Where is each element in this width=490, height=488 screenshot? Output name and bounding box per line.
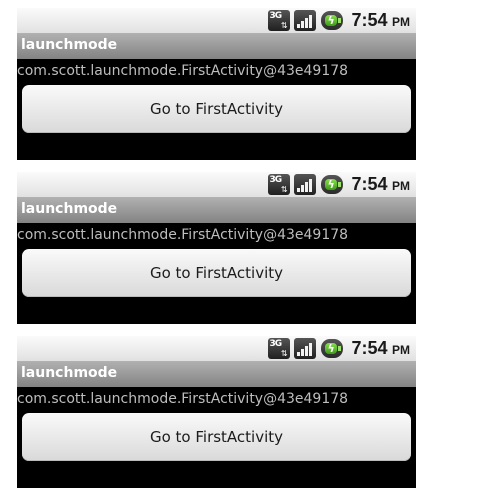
emulator-screen-3: 3G ⇅ ϟ 7:54 PM launchmode com.scott.launc… bbox=[17, 336, 416, 488]
activity-content: com.scott.launchmode.FirstActivity@43e49… bbox=[17, 59, 416, 160]
activity-instance-text: com.scott.launchmode.FirstActivity@43e49… bbox=[17, 63, 349, 79]
app-title: launchmode bbox=[21, 201, 118, 217]
clock-ampm: PM bbox=[392, 343, 410, 357]
button-label: Go to FirstActivity bbox=[149, 428, 284, 446]
network-3g-icon: 3G ⇅ bbox=[267, 338, 290, 359]
activity-instance-text: com.scott.launchmode.FirstActivity@43e49… bbox=[17, 391, 349, 407]
status-icons: 3G ⇅ ϟ 7:54 PM bbox=[267, 336, 416, 361]
clock-time: 7:54 bbox=[351, 174, 388, 194]
network-3g-icon: 3G ⇅ bbox=[267, 10, 290, 31]
button-label: Go to FirstActivity bbox=[149, 100, 284, 118]
go-to-first-activity-button[interactable]: Go to FirstActivity bbox=[22, 85, 411, 133]
battery-charging-icon: ϟ bbox=[320, 175, 343, 194]
signal-strength-icon bbox=[293, 338, 316, 359]
emulator-screen-2: 3G ⇅ ϟ 7:54 PM launchmode com.scott.launc… bbox=[17, 172, 416, 324]
emulator-screen-1: 3G ⇅ ϟ 7:54 PM launchmode com.scott.launc… bbox=[17, 8, 416, 160]
activity-content: com.scott.launchmode.FirstActivity@43e49… bbox=[17, 387, 416, 488]
clock-time: 7:54 bbox=[351, 338, 388, 358]
battery-charging-icon: ϟ bbox=[320, 339, 343, 358]
activity-instance-text: com.scott.launchmode.FirstActivity@43e49… bbox=[17, 227, 349, 243]
status-bar: 3G ⇅ ϟ 7:54 PM bbox=[17, 336, 416, 361]
status-bar: 3G ⇅ ϟ 7:54 PM bbox=[17, 8, 416, 33]
app-title-bar: launchmode bbox=[17, 361, 416, 387]
status-icons: 3G ⇅ ϟ 7:54 PM bbox=[267, 172, 416, 197]
signal-strength-icon bbox=[293, 10, 316, 31]
go-to-first-activity-button[interactable]: Go to FirstActivity bbox=[22, 249, 411, 297]
button-label: Go to FirstActivity bbox=[149, 264, 284, 282]
app-title: launchmode bbox=[21, 365, 118, 381]
app-title-bar: launchmode bbox=[17, 197, 416, 223]
battery-charging-icon: ϟ bbox=[320, 11, 343, 30]
status-clock: 7:54 PM bbox=[352, 338, 410, 359]
status-clock: 7:54 PM bbox=[352, 10, 410, 31]
app-title-bar: launchmode bbox=[17, 33, 416, 59]
clock-ampm: PM bbox=[392, 179, 410, 193]
clock-time: 7:54 bbox=[351, 10, 388, 30]
clock-ampm: PM bbox=[392, 15, 410, 29]
network-3g-icon: 3G ⇅ bbox=[267, 174, 290, 195]
go-to-first-activity-button[interactable]: Go to FirstActivity bbox=[22, 413, 411, 461]
app-title: launchmode bbox=[21, 37, 118, 53]
status-bar: 3G ⇅ ϟ 7:54 PM bbox=[17, 172, 416, 197]
status-clock: 7:54 PM bbox=[352, 174, 410, 195]
status-icons: 3G ⇅ ϟ 7:54 PM bbox=[267, 8, 416, 33]
signal-strength-icon bbox=[293, 174, 316, 195]
activity-content: com.scott.launchmode.FirstActivity@43e49… bbox=[17, 223, 416, 324]
